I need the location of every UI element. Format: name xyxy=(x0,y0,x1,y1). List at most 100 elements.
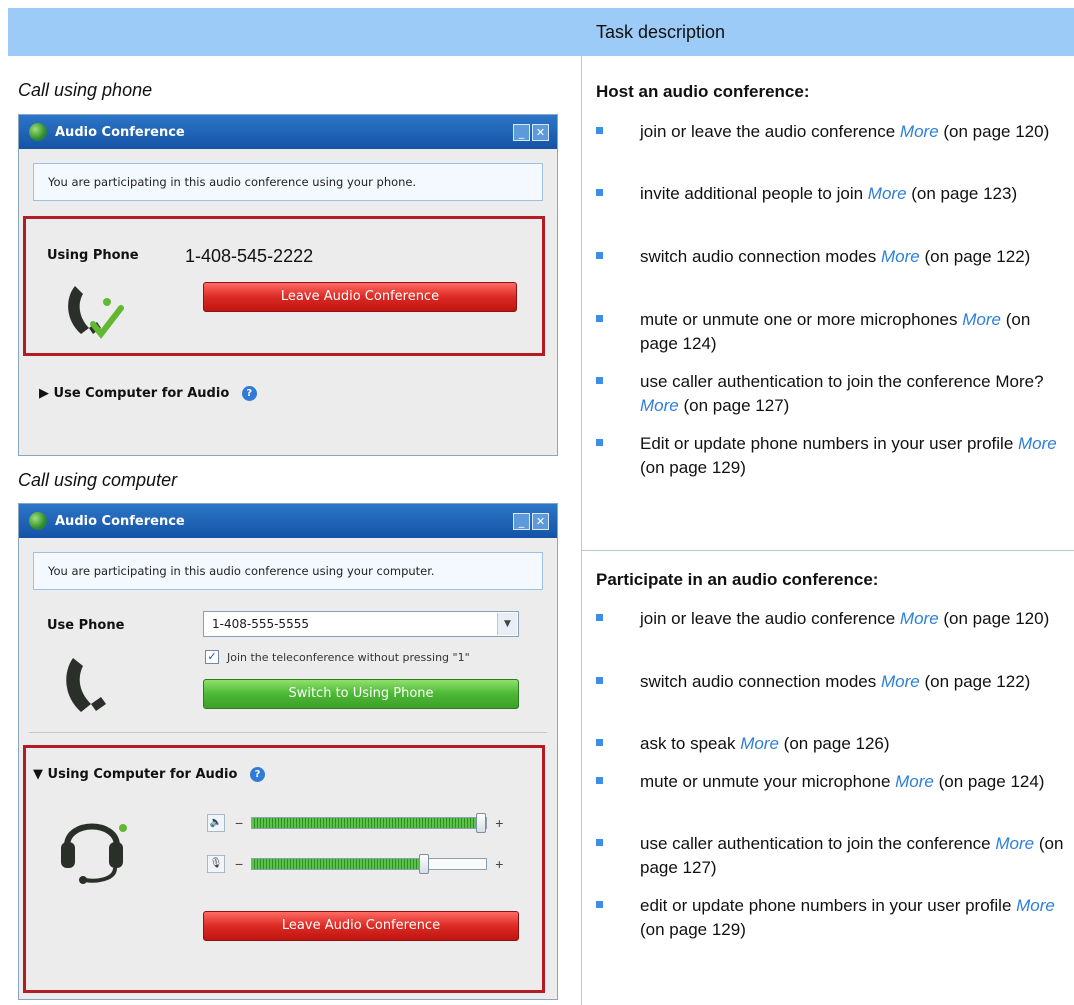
task-item-text: switch audio connection modes More (on p… xyxy=(640,670,1072,694)
bullet-icon xyxy=(596,315,603,322)
page-reference: (on page 122) xyxy=(924,247,1031,266)
mic-increase[interactable]: + xyxy=(495,856,503,872)
bullet-icon xyxy=(596,901,603,908)
phone-handset-icon xyxy=(68,286,124,339)
host-heading: Host an audio conference: xyxy=(596,82,810,101)
bullet-icon xyxy=(596,614,603,621)
globe-icon xyxy=(29,512,47,530)
help-icon[interactable]: ? xyxy=(241,386,257,401)
task-item-text: join or leave the audio conference More … xyxy=(640,120,1072,144)
join-checkbox-label: Join the teleconference without pressing… xyxy=(227,650,470,664)
close-icon[interactable]: ✕ xyxy=(532,512,549,530)
window-titlebar: Audio Conference _ ✕ xyxy=(19,115,557,149)
window-titlebar: Audio Conference _ ✕ xyxy=(19,504,557,538)
use-computer-for-audio-toggle[interactable]: ▶ Use Computer for Audio ? xyxy=(39,386,257,401)
bullet-icon xyxy=(596,127,603,134)
task-item-text: mute or unmute your microphone More (on … xyxy=(640,770,1072,794)
speaker-decrease[interactable]: − xyxy=(235,815,243,831)
task-item-text: join or leave the audio conference More … xyxy=(640,607,1072,631)
headset-icon xyxy=(61,823,127,884)
mic-volume-fill xyxy=(252,859,426,869)
phone-caption: Call using phone xyxy=(18,80,153,100)
more-link[interactable]: More xyxy=(962,310,1001,329)
mic-volume-slider[interactable] xyxy=(251,854,488,874)
window-title: Audio Conference xyxy=(55,124,185,140)
more-link[interactable]: More xyxy=(640,396,679,415)
task-description: join or leave the audio conference xyxy=(640,609,896,628)
page-reference: (on page 120) xyxy=(943,609,1050,628)
task-item-text: Edit or update phone numbers in your use… xyxy=(640,432,1072,480)
participate-heading: Participate in an audio conference: xyxy=(596,570,879,589)
task-description: mute or unmute your microphone xyxy=(640,772,891,791)
phone-number: 1-408-545-2222 xyxy=(185,246,314,266)
mic-volume-slider-row: 🎙 − + xyxy=(207,854,503,874)
speaker-increase[interactable]: + xyxy=(495,815,503,831)
speaker-volume-slider[interactable] xyxy=(251,813,488,833)
task-item-text: mute or unmute one or more microphones M… xyxy=(640,308,1072,356)
task-description: ask to speak xyxy=(640,734,736,753)
page-reference: (on page 124) xyxy=(938,772,1045,791)
using-computer-for-audio-toggle[interactable]: ▼ Using Computer for Audio ? xyxy=(33,767,265,782)
task-description: use caller authentication to join the co… xyxy=(640,372,1044,391)
help-icon[interactable]: ? xyxy=(249,767,265,782)
speaker-volume-slider-row: 🔈 − + xyxy=(207,813,503,833)
page-reference: (on page 120) xyxy=(943,122,1050,141)
more-link[interactable]: More xyxy=(868,184,907,203)
audio-conference-window-phone: Audio Conference _ ✕ You are participati… xyxy=(18,114,558,456)
section-separator xyxy=(29,732,547,733)
bullet-icon xyxy=(596,839,603,846)
task-description: join or leave the audio conference xyxy=(640,122,896,141)
page-reference: (on page 129) xyxy=(640,458,746,477)
task-description: switch audio connection modes xyxy=(640,247,877,266)
using-computer-label: Using Computer for Audio xyxy=(47,767,238,782)
speaker-volume-thumb[interactable] xyxy=(475,813,486,833)
close-icon[interactable]: ✕ xyxy=(532,123,549,141)
phone-handset-icon xyxy=(66,658,106,712)
join-checkbox[interactable]: ✓ xyxy=(205,650,219,664)
task-description: switch audio connection modes xyxy=(640,672,877,691)
leave-audio-conference-button[interactable]: Leave Audio Conference xyxy=(203,282,517,312)
more-link[interactable]: More xyxy=(895,772,934,791)
more-link[interactable]: More xyxy=(1016,896,1055,915)
audio-conference-window-computer: Audio Conference _ ✕ You are participati… xyxy=(18,503,558,1000)
speaker-volume-fill xyxy=(252,818,482,828)
join-without-pressing-1-row[interactable]: ✓ Join the teleconference without pressi… xyxy=(205,650,470,664)
page-reference: (on page 129) xyxy=(640,920,746,939)
chevron-down-icon[interactable]: ▼ xyxy=(497,613,517,635)
participation-notice: You are participating in this audio conf… xyxy=(33,552,543,590)
computer-caption: Call using computer xyxy=(18,470,178,490)
minimize-icon[interactable]: _ xyxy=(513,512,530,530)
more-link[interactable]: More xyxy=(1018,434,1057,453)
more-link[interactable]: More xyxy=(900,609,939,628)
more-link[interactable]: More xyxy=(881,247,920,266)
use-phone-label: Use Phone xyxy=(47,618,125,633)
more-link[interactable]: More xyxy=(900,122,939,141)
leave-audio-conference-button[interactable]: Leave Audio Conference xyxy=(203,911,519,941)
bullet-icon xyxy=(596,377,603,384)
section-divider xyxy=(581,550,1074,551)
participation-notice: You are participating in this audio conf… xyxy=(33,163,543,201)
speaker-icon[interactable]: 🔈 xyxy=(207,814,225,832)
bullet-icon xyxy=(596,739,603,746)
minimize-icon[interactable]: _ xyxy=(513,123,530,141)
microphone-icon[interactable]: 🎙 xyxy=(207,855,225,873)
page-reference: (on page 122) xyxy=(924,672,1031,691)
more-link[interactable]: More xyxy=(740,734,779,753)
table-header-bar xyxy=(8,8,1074,56)
task-description: invite additional people to join xyxy=(640,184,864,203)
using-phone-label: Using Phone xyxy=(47,248,139,263)
use-computer-label: Use Computer for Audio xyxy=(53,386,230,401)
mic-decrease[interactable]: − xyxy=(235,856,243,872)
task-description-header: Task description xyxy=(596,22,726,42)
expand-arrow-icon: ▶ xyxy=(39,386,49,401)
phone-select-value: 1-408-555-5555 xyxy=(212,617,309,631)
task-description: edit or update phone numbers in your use… xyxy=(640,896,1012,915)
phone-number-select[interactable]: 1-408-555-5555 ▼ xyxy=(203,611,519,637)
globe-icon xyxy=(29,123,47,141)
task-item-text: use caller authentication to join the co… xyxy=(640,370,1072,418)
switch-to-using-phone-button[interactable]: Switch to Using Phone xyxy=(203,679,519,709)
mic-volume-thumb[interactable] xyxy=(419,854,430,874)
task-description: mute or unmute one or more microphones xyxy=(640,310,958,329)
more-link[interactable]: More xyxy=(881,672,920,691)
more-link[interactable]: More xyxy=(995,834,1034,853)
